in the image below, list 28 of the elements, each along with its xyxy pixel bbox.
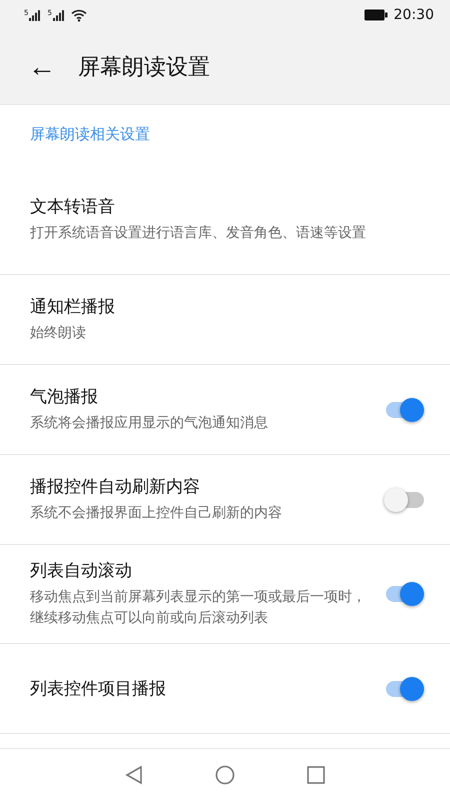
setting-title: 列表自动滚动: [30, 560, 133, 582]
back-icon[interactable]: [125, 764, 143, 784]
settings-row[interactable]: 列表自动滚动 移动焦点到当前屏幕列表显示的第一项或最后一项时，继续移动焦点可以向前或向后滚动列表: [0, 545, 450, 644]
setting-title: 播报控件自动刷新内容: [30, 476, 201, 498]
settings-row[interactable]: 气泡播报 系统将会播报应用显示的气泡通知消息: [0, 365, 450, 455]
setting-description: 移动焦点到当前屏幕列表显示的第一项或最后一项时，继续移动焦点可以向前或向后滚动列表: [30, 588, 367, 628]
setting-title: 通知栏播报: [30, 296, 116, 318]
setting-title: 气泡播报: [30, 386, 99, 408]
setting-description: 系统将会播报应用显示的气泡通知消息: [30, 414, 269, 433]
home-icon[interactable]: [215, 764, 235, 784]
wifi-icon: [70, 8, 87, 22]
signal-icon: [52, 10, 65, 20]
battery-icon: [364, 9, 388, 21]
settings-row[interactable]: 通知栏播报 始终朗读: [0, 275, 450, 365]
setting-title: 列表控件项目播报: [30, 678, 167, 700]
settings-row[interactable]: 列表控件项目播报: [0, 644, 450, 734]
back-button[interactable]: ←: [28, 53, 56, 81]
setting-title: 文本转语音: [30, 196, 116, 218]
clock: 20:30: [394, 7, 434, 23]
settings-row[interactable]: 播报控件自动刷新内容 系统不会播报界面上控件自己刷新的内容: [0, 455, 450, 545]
setting-description: 打开系统语音设置进行语言库、发音角色、语速等设置: [30, 224, 367, 243]
settings-row[interactable]: 文本转语音 打开系统语音设置进行语言库、发音角色、语速等设置: [0, 165, 450, 275]
page-title: 屏幕朗读设置: [78, 54, 210, 82]
signal-icon: [29, 10, 42, 20]
setting-description: 始终朗读: [30, 324, 87, 343]
section-title: 屏幕朗读相关设置: [30, 125, 150, 143]
recents-icon[interactable]: [307, 766, 325, 784]
setting-description: 系统不会播报界面上控件自己刷新的内容: [30, 504, 283, 523]
